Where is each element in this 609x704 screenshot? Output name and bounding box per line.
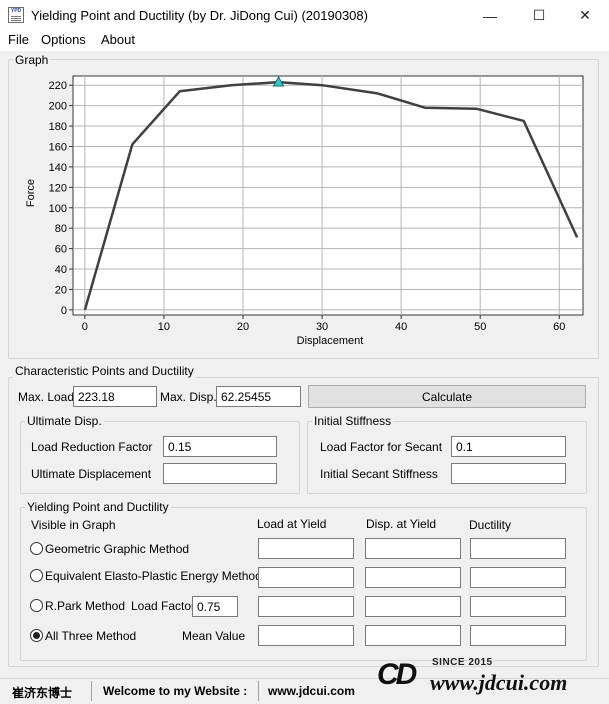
mean-ductility-field[interactable] — [470, 625, 566, 646]
max-disp-label: Max. Disp. — [160, 390, 217, 404]
load-at-yield-header: Load at Yield — [257, 517, 327, 531]
ductility-header: Ductility — [469, 518, 512, 532]
x-tick-label: 10 — [158, 321, 170, 333]
characteristic-group-label: Characteristic Points and Ductility — [13, 364, 196, 378]
ultimate-displacement-field[interactable] — [163, 463, 277, 484]
x-tick-label: 0 — [82, 321, 88, 333]
y-tick-label: 40 — [55, 264, 67, 276]
status-separator — [258, 681, 259, 701]
load-reduction-factor-label: Load Reduction Factor — [31, 440, 153, 454]
y-tick-label: 60 — [55, 244, 67, 256]
y-tick-label: 20 — [55, 284, 67, 296]
all-three-method-radio[interactable] — [30, 629, 43, 642]
status-separator — [91, 681, 92, 701]
y-tick-label: 140 — [49, 162, 67, 174]
y-axis-label: Force — [25, 179, 37, 207]
max-load-label: Max. Load — [18, 390, 75, 404]
secant-factor-field[interactable]: 0.1 — [451, 436, 566, 457]
load-reduction-factor-field[interactable]: 0.15 — [163, 436, 277, 457]
energy-ductility-field[interactable] — [470, 567, 566, 588]
y-tick-label: 180 — [49, 121, 67, 133]
geometric-method-option[interactable]: Geometric Graphic Method — [30, 541, 210, 557]
rpark-method-option[interactable]: R.Park Method — [30, 598, 125, 614]
y-tick-label: 80 — [55, 223, 67, 235]
load-factor-label: Load Factor — [131, 599, 196, 613]
disp-at-yield-header: Disp. at Yield — [366, 517, 437, 531]
visible-in-graph-label: Visible in Graph — [31, 518, 116, 532]
rpark-disp-field[interactable] — [365, 596, 461, 617]
x-tick-label: 50 — [474, 321, 486, 333]
yielding-group-label: Yielding Point and Ductility — [25, 500, 171, 514]
plot-area — [72, 75, 584, 316]
logo-since-text: SINCE 2015 — [432, 657, 493, 668]
x-tick-label: 40 — [395, 321, 407, 333]
geometric-method-radio[interactable] — [30, 542, 43, 555]
y-tick-label: 160 — [49, 141, 67, 153]
energy-method-option[interactable]: Equivalent Elasto-Plastic Energy Method — [30, 568, 262, 584]
y-tick-label: 200 — [49, 101, 67, 113]
status-welcome: Welcome to my Website : — [103, 684, 248, 698]
rpark-load-field[interactable] — [258, 596, 354, 617]
logo-url-text: www.jdcui.com — [430, 670, 568, 695]
y-tick-label: 100 — [49, 203, 67, 215]
y-tick-label: 220 — [49, 80, 67, 92]
rpark-method-radio[interactable] — [30, 599, 43, 612]
secant-stiffness-label: Initial Secant Stiffness — [320, 467, 438, 481]
geometric-load-field[interactable] — [258, 538, 354, 559]
energy-disp-field[interactable] — [365, 567, 461, 588]
rpark-ductility-field[interactable] — [470, 596, 566, 617]
energy-method-label: Equivalent Elasto-Plastic Energy Method — [45, 569, 262, 583]
max-disp-field[interactable]: 62.25455 — [216, 386, 301, 407]
x-tick-label: 20 — [237, 321, 249, 333]
jdcui-logo: SINCE 2015 CD www.jdcui.com — [377, 656, 607, 700]
calculate-button-label: Calculate — [421, 389, 473, 404]
force-displacement-chart: 0 10 20 30 40 50 60 0 20 40 60 80 100 120 140 160 180 200… — [25, 75, 584, 347]
x-axis-label: Displacement — [297, 335, 364, 347]
initial-stiffness-group-label: Initial Stiffness — [312, 414, 394, 428]
secant-factor-label: Load Factor for Secant — [320, 440, 443, 454]
geometric-disp-field[interactable] — [365, 538, 461, 559]
energy-method-radio[interactable] — [30, 569, 43, 582]
mean-disp-field[interactable] — [365, 625, 461, 646]
rpark-method-label: R.Park Method — [45, 599, 126, 613]
x-tick-label: 30 — [316, 321, 328, 333]
x-tick-label: 60 — [553, 321, 565, 333]
geometric-ductility-field[interactable] — [470, 538, 566, 559]
secant-stiffness-field[interactable] — [451, 463, 566, 484]
energy-load-field[interactable] — [258, 567, 354, 588]
all-three-method-label: All Three Method — [45, 629, 137, 643]
geometric-method-label: Geometric Graphic Method — [45, 542, 190, 556]
all-three-method-option[interactable]: All Three Method — [30, 628, 140, 644]
status-website-link[interactable]: www.jdcui.com — [268, 684, 355, 698]
max-load-field[interactable]: 223.18 — [73, 386, 157, 407]
ultimate-disp-group-label: Ultimate Disp. — [25, 414, 104, 428]
mean-load-field[interactable] — [258, 625, 354, 646]
load-factor-field[interactable]: 0.75 — [192, 596, 238, 617]
calculate-button[interactable]: Calculate — [308, 385, 586, 408]
mean-value-label: Mean Value — [182, 629, 246, 643]
y-tick-label: 0 — [61, 305, 67, 317]
status-author: 崔济东博士 — [12, 686, 73, 700]
ultimate-displacement-label: Ultimate Displacement — [31, 467, 152, 481]
y-tick-label: 120 — [49, 182, 67, 194]
logo-cd-mark: CD — [377, 658, 417, 691]
